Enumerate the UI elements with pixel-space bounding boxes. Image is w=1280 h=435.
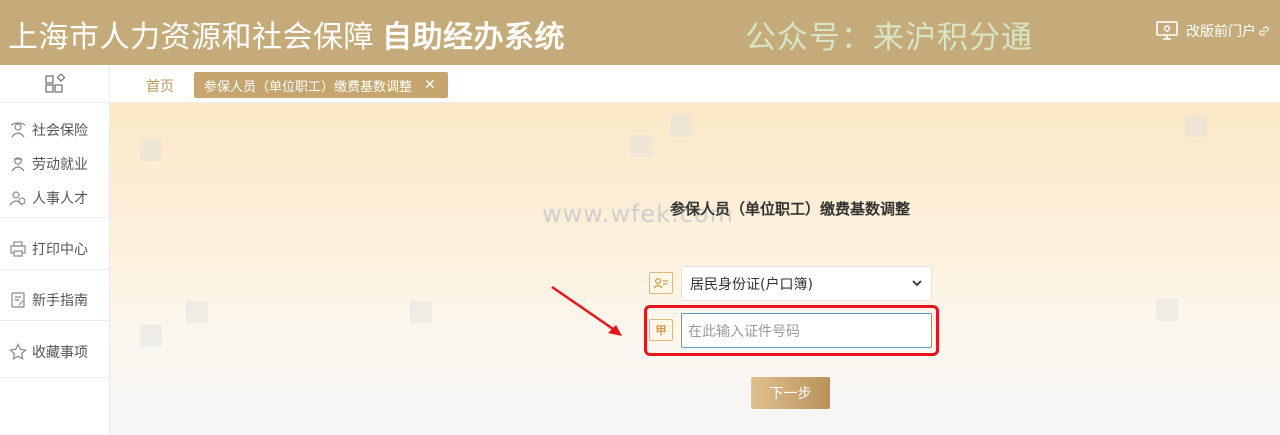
sidebar-item-label: 打印中心	[32, 242, 88, 258]
monitor-icon	[1156, 21, 1178, 40]
shield-person-icon	[8, 120, 28, 140]
sidebar-item-favorites[interactable]: 收藏事项	[8, 342, 88, 362]
apps-grid-icon	[44, 73, 65, 93]
form-title: 参保人员（单位职工）缴费基数调整	[670, 200, 911, 218]
decor-square	[630, 135, 652, 157]
id-card-icon	[649, 272, 673, 294]
wechat-watermark: 公众号：来沪积分通	[745, 20, 1033, 56]
decor-square	[670, 115, 692, 137]
sidebar-item-label: 劳动就业	[32, 157, 88, 173]
app-title-bold: 自助经办系统	[382, 20, 565, 55]
decor-square	[1156, 299, 1178, 321]
tab-home[interactable]: 首页	[146, 76, 174, 96]
old-portal-link[interactable]: 改版前门户	[1156, 20, 1278, 42]
old-portal-label: 改版前门户	[1186, 24, 1256, 40]
sidebar-item-employment[interactable]: 劳动就业	[8, 154, 88, 174]
chevron-down-icon	[912, 280, 922, 287]
sidebar: 社会保险 劳动就业 人事人才 打印中心 新手指南 收藏事项	[0, 65, 110, 435]
highlight-box	[644, 305, 939, 356]
tab-label: 参保人员（单位职工）缴费基数调整	[204, 79, 413, 95]
decor-square	[186, 301, 208, 323]
sidebar-item-label: 新手指南	[32, 293, 88, 309]
printer-icon	[8, 239, 28, 259]
app-header: 上海市人力资源和社会保障 自助经办系统 公众号：来沪积分通 改版前门户	[0, 0, 1280, 65]
tab-contribution-base-adjust[interactable]: 参保人员（单位职工）缴费基数调整 ✕	[194, 72, 448, 98]
sidebar-toggle[interactable]	[0, 65, 109, 103]
id-type-select[interactable]: 居民身份证(户口簿)	[681, 266, 932, 301]
decor-square	[410, 301, 432, 323]
sidebar-item-guide[interactable]: 新手指南	[8, 290, 88, 310]
app-title-main: 上海市人力资源和社会保障	[8, 20, 374, 55]
sidebar-item-label: 社会保险	[32, 123, 88, 139]
sidebar-item-print-center[interactable]: 打印中心	[8, 239, 88, 259]
sidebar-divider	[0, 217, 110, 218]
sidebar-divider	[0, 377, 110, 378]
pointer-arrow-icon	[551, 285, 622, 336]
sidebar-divider	[0, 269, 110, 270]
people-icon	[8, 188, 28, 208]
sidebar-item-label: 收藏事项	[32, 345, 88, 361]
decor-square	[140, 325, 162, 347]
worker-icon	[8, 154, 28, 174]
main-panel: www.wfek.com 参保人员（单位职工）缴费基数调整 居民身份证(户口簿)…	[110, 103, 1280, 435]
sidebar-item-label: 人事人才	[32, 191, 88, 207]
id-type-value: 居民身份证(户口簿)	[690, 276, 813, 293]
next-step-button[interactable]: 下一步	[751, 377, 830, 409]
app-title: 上海市人力资源和社会保障 自助经办系统	[8, 12, 565, 56]
decor-square	[1185, 115, 1207, 137]
sidebar-divider	[0, 320, 110, 321]
star-icon	[8, 342, 28, 362]
guide-icon	[8, 290, 28, 310]
link-icon	[1259, 26, 1269, 36]
sidebar-item-personnel[interactable]: 人事人才	[8, 188, 88, 208]
close-icon[interactable]: ✕	[424, 77, 436, 93]
decor-square	[140, 139, 162, 161]
tab-bar: 首页 参保人员（单位职工）缴费基数调整 ✕	[110, 65, 1280, 103]
sidebar-item-social-insurance[interactable]: 社会保险	[8, 120, 88, 140]
